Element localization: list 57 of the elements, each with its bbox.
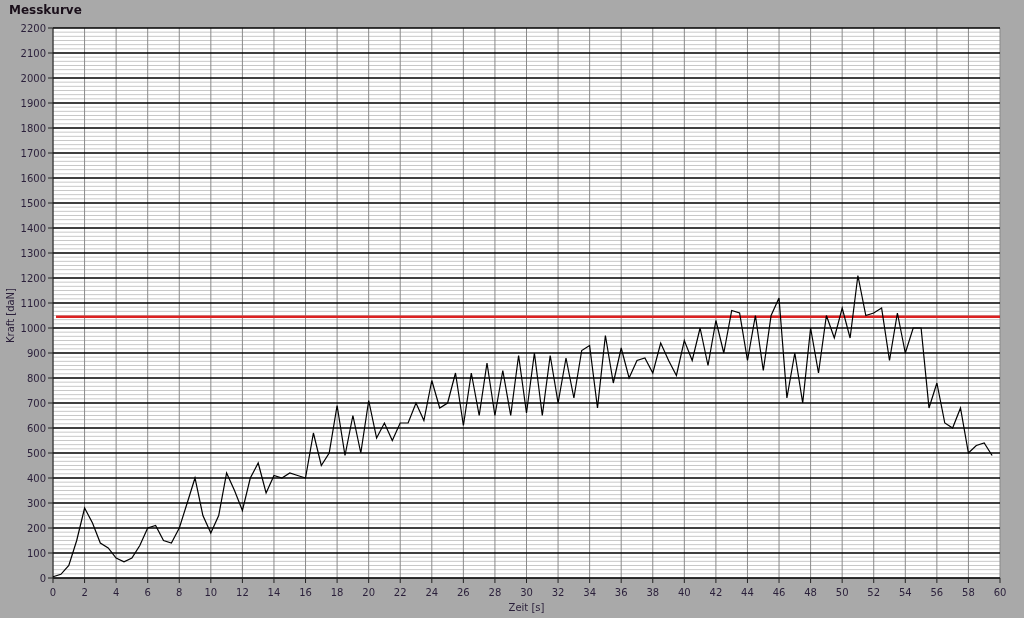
axis-tick-label: 36: [614, 587, 628, 598]
axis-tick-label: 60: [993, 587, 1007, 598]
axis-tick-label: 46: [772, 587, 786, 598]
axis-tick-label: 12: [236, 587, 249, 598]
axis-tick-label: 58: [962, 587, 975, 598]
axis-tick-label: 52: [867, 587, 881, 598]
axis-tick-label: 22: [393, 587, 407, 598]
axis-tick-label: 2200: [20, 23, 46, 34]
axis-tick-label: 200: [26, 523, 46, 534]
axis-tick-label: 38: [646, 587, 660, 598]
axis-tick-label: 300: [26, 498, 46, 509]
axis-title: Zeit [s]: [508, 602, 545, 613]
axis-tick-label: 32: [551, 587, 565, 598]
axis-tick-label: 1000: [20, 323, 46, 334]
axis-tick-label: 48: [804, 587, 817, 598]
axis-tick-label: 1300: [20, 248, 46, 259]
axis-tick-label: 100: [26, 548, 46, 559]
axis-tick-label: 1100: [20, 298, 46, 309]
axis-tick-label: 6: [144, 587, 151, 598]
axis-tick-label: 800: [26, 373, 46, 384]
axis-tick-label: 1600: [20, 173, 46, 184]
axis-tick-label: 400: [26, 473, 46, 484]
axis-tick-label: 0: [39, 573, 46, 584]
axis-tick-label: 56: [930, 587, 944, 598]
axis-tick-label: 2100: [20, 48, 46, 59]
axis-tick-label: 500: [26, 448, 46, 459]
axis-tick-label: 24: [425, 587, 439, 598]
axis-tick-label: 54: [898, 587, 912, 598]
axis-tick-label: 42: [709, 587, 723, 598]
axis-tick-label: 1900: [20, 98, 46, 109]
axis-title: Kraft [daN]: [5, 288, 16, 343]
axis-tick-label: 2: [81, 587, 88, 598]
axis-tick-label: 1400: [20, 223, 46, 234]
axis-tick-label: 0: [49, 587, 57, 598]
axis-tick-label: 34: [583, 587, 596, 598]
axis-tick-label: 700: [26, 398, 46, 409]
axis-tick-label: 600: [26, 423, 46, 434]
axis-tick-label: 900: [26, 348, 46, 359]
axis-tick-label: 8: [176, 587, 183, 598]
axis-tick-label: 4: [112, 587, 120, 598]
axis-tick-label: 1800: [20, 123, 46, 134]
axis-tick-label: 1700: [20, 148, 46, 159]
axis-tick-label: 28: [488, 587, 502, 598]
chart-title: Messkurve: [8, 2, 83, 19]
axis-tick-label: 10: [204, 587, 218, 598]
axis-tick-label: 1200: [20, 273, 46, 284]
axis-tick-label: 16: [299, 587, 312, 598]
axis-tick-label: 40: [677, 587, 691, 598]
axis-tick-label: 50: [835, 587, 849, 598]
axis-tick-label: 30: [520, 587, 533, 598]
axis-tick-label: 20: [362, 587, 376, 598]
axis-tick-label: 1500: [20, 198, 46, 209]
axis-tick-label: 18: [330, 587, 344, 598]
axis-tick-label: 26: [457, 587, 470, 598]
axis-tick-label: 2000: [20, 73, 46, 84]
axis-tick-label: 44: [741, 587, 754, 598]
axis-tick-label: 14: [267, 587, 281, 598]
